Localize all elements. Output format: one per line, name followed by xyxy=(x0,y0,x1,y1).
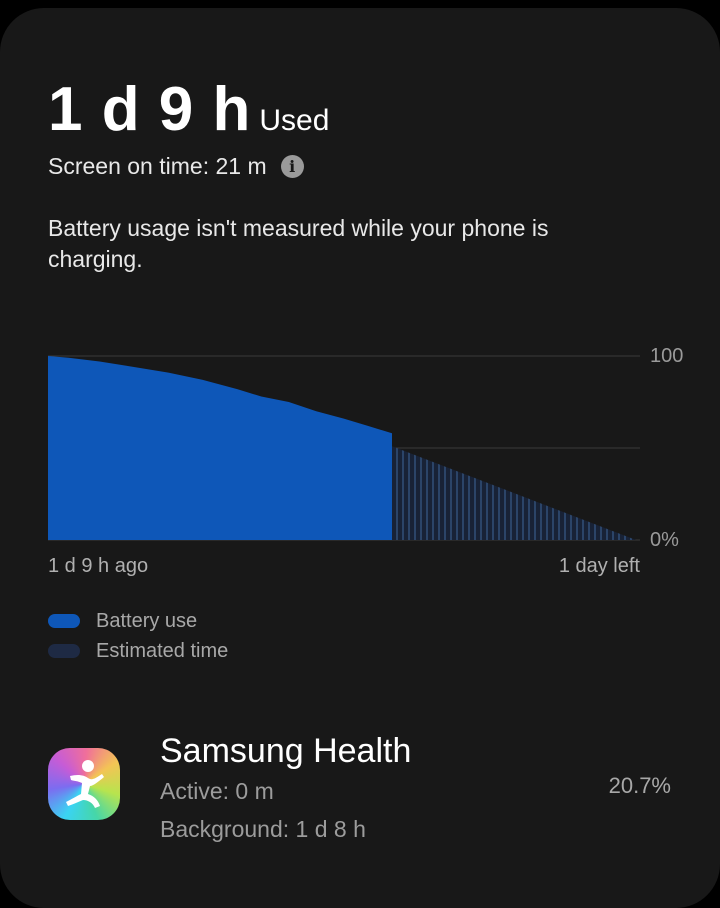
x-start-label: 1 d 9 h ago xyxy=(48,555,148,577)
app-usage-row[interactable]: Samsung Health Active: 0 m Background: 1… xyxy=(0,718,720,858)
legend-label: Battery use xyxy=(96,609,198,632)
legend-label: Estimated time xyxy=(96,639,229,662)
used-label: Used xyxy=(259,104,330,137)
estimated-time-area xyxy=(392,446,636,540)
charging-note: Battery usage isn't measured while your … xyxy=(48,215,549,272)
y-tick-0: 0% xyxy=(650,529,679,551)
legend-item-battery-use: Battery use xyxy=(48,606,228,636)
app-usage-percent: 20.7% xyxy=(608,773,671,798)
info-icon[interactable]: i xyxy=(280,155,304,178)
chart-legend: Battery use Estimated time xyxy=(48,606,228,666)
battery-usage-card: 1 d 9 h Used Screen on time: 21 m i Batte… xyxy=(0,8,720,908)
usage-duration: 1 d 9 h xyxy=(48,75,252,144)
app-name: Samsung Health xyxy=(160,732,412,770)
screen-on-time-row: Screen on time: 21 m i xyxy=(48,153,304,180)
battery-use-area xyxy=(48,356,392,540)
battery-chart: 100 0% 1 d 9 h ago 1 day left xyxy=(48,345,683,577)
legend-swatch-estimated-time xyxy=(48,644,80,658)
legend-item-estimated-time: Estimated time xyxy=(48,636,228,666)
screen-on-time: Screen on time: 21 m xyxy=(48,153,267,179)
app-background-time: Background: 1 d 8 h xyxy=(160,816,366,842)
legend-swatch-battery-use xyxy=(48,614,80,628)
runner-figure-icon xyxy=(66,760,104,808)
app-active-time: Active: 0 m xyxy=(160,778,274,804)
samsung-health-icon xyxy=(48,748,120,820)
x-end-label: 1 day left xyxy=(559,555,641,577)
y-tick-100: 100 xyxy=(650,345,683,367)
usage-headline: 1 d 9 h Used xyxy=(48,74,329,145)
